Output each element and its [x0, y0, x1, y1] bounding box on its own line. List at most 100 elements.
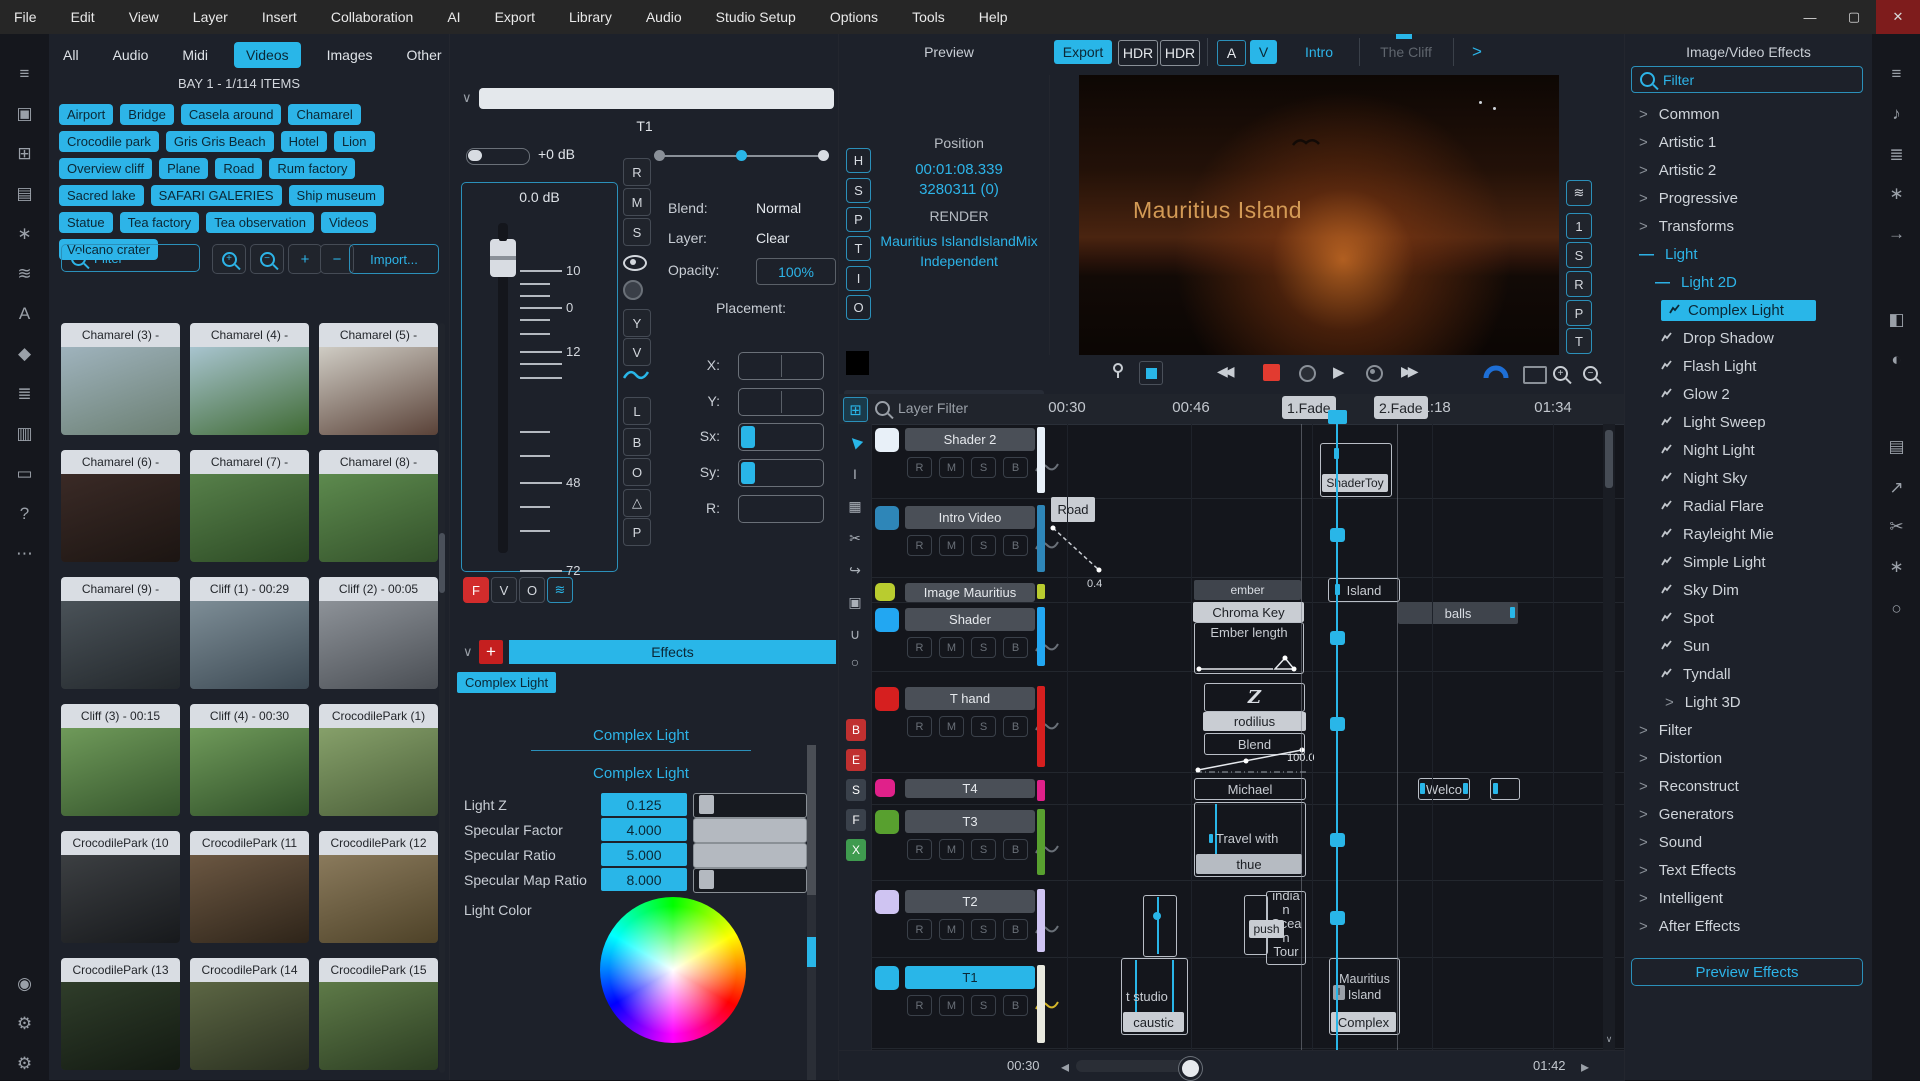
monitor-icon[interactable]: ▣: [0, 104, 49, 124]
keyframe-dot[interactable]: [1153, 912, 1161, 920]
io-button-h[interactable]: H: [846, 148, 871, 173]
settings-gear-icon[interactable]: ⚙: [0, 1014, 49, 1034]
media-item-crocodilepark-13[interactable]: CrocodilePark (13: [61, 958, 180, 1070]
add-button[interactable]: +: [288, 244, 322, 274]
tag-gris-gris-beach[interactable]: Gris Gris Beach: [166, 131, 274, 152]
media-item-crocodilepark-15[interactable]: CrocodilePark (15: [319, 958, 438, 1070]
tree-item-sky-dim[interactable]: Sky Dim: [1625, 576, 1872, 604]
effects-header-bar[interactable]: Effects: [509, 640, 836, 664]
side-wave-icon[interactable]: [623, 368, 649, 394]
screen-icon[interactable]: [1523, 366, 1547, 384]
record-frame-icon[interactable]: [1139, 361, 1163, 385]
media-item-cliff-1-00-29[interactable]: Cliff (1) - 00:29: [190, 577, 309, 689]
field-input-x[interactable]: [738, 352, 824, 380]
menu-collaboration[interactable]: Collaboration: [331, 9, 414, 25]
hdr-button-2[interactable]: HDR: [1160, 40, 1200, 66]
tree-item-tyndall[interactable]: Tyndall: [1625, 660, 1872, 688]
preview-side-button-t[interactable]: T: [1566, 328, 1592, 354]
hdr-button-1[interactable]: HDR: [1118, 40, 1158, 66]
fader-handle[interactable]: [490, 239, 516, 277]
tree-item-after-effects[interactable]: >After Effects: [1625, 912, 1872, 940]
fade-marker-2[interactable]: 2.Fade: [1374, 396, 1428, 419]
pan-dot-left[interactable]: [654, 150, 665, 161]
fast-forward-icon[interactable]: ▶▶: [1401, 363, 1415, 380]
param-value-specular-map-ratio[interactable]: 8.000: [601, 868, 687, 891]
clip-rodilius[interactable]: rodilius: [1203, 712, 1306, 731]
tree-item-light-2d[interactable]: —Light 2D: [1625, 268, 1872, 296]
clip-push-label[interactable]: push: [1249, 920, 1284, 938]
menu-icon[interactable]: ≡: [1872, 64, 1920, 84]
scroll-right-icon[interactable]: ▸: [1581, 1057, 1589, 1077]
clip-chroma-key[interactable]: Chroma Key: [1193, 602, 1304, 622]
tree-item-light[interactable]: —Light: [1625, 240, 1872, 268]
circle-icon[interactable]: ○: [1872, 599, 1920, 619]
menu-export[interactable]: Export: [495, 9, 535, 25]
playhead-handle[interactable]: [1328, 410, 1347, 424]
headset-icon[interactable]: ◧: [1872, 310, 1920, 330]
clip-shadertoy[interactable]: ShaderToy: [1320, 443, 1392, 497]
pan-dot-mid[interactable]: [736, 150, 747, 161]
loop-icon[interactable]: [1366, 365, 1383, 382]
strip-o[interactable]: O: [519, 577, 545, 603]
media-item-chamarel-4[interactable]: Chamarel (4) -: [190, 323, 309, 435]
tag-safari-galeries[interactable]: SAFARI GALERIES: [151, 185, 282, 206]
play-icon[interactable]: ▶: [1333, 363, 1345, 381]
tab-videos[interactable]: Videos: [234, 42, 301, 68]
blend-value[interactable]: Normal: [756, 200, 801, 216]
clip-mauritius-island[interactable]: Mauritius Island I Complex: [1329, 958, 1400, 1035]
music-note-icon[interactable]: ♪: [1872, 104, 1920, 124]
tree-item-glow-2[interactable]: Glow 2: [1625, 380, 1872, 408]
stop-icon[interactable]: [1263, 364, 1280, 381]
menu-insert[interactable]: Insert: [262, 9, 297, 25]
tab-all[interactable]: All: [55, 42, 87, 68]
menu-edit[interactable]: Edit: [71, 9, 95, 25]
tree-item-complex-light[interactable]: Complex Light: [1625, 296, 1872, 324]
sequence-tab-intro[interactable]: Intro: [1294, 40, 1344, 64]
users-icon[interactable]: ◉: [0, 974, 49, 994]
side-p-button[interactable]: P: [623, 518, 651, 546]
clip-travel[interactable]: Travel with thue: [1194, 802, 1306, 877]
effect-chip-complex-light[interactable]: Complex Light: [457, 672, 556, 693]
io-button-i[interactable]: I: [846, 266, 871, 291]
keyframe-marker[interactable]: [1510, 607, 1515, 618]
slider-handle[interactable]: [699, 870, 714, 889]
param-value-specular-ratio[interactable]: 5.000: [601, 843, 687, 866]
side-mute-button[interactable]: M: [623, 188, 651, 216]
import-button[interactable]: Import...: [349, 244, 439, 274]
export-tab[interactable]: Export: [1054, 40, 1112, 64]
tab-images[interactable]: Images: [319, 42, 381, 68]
effects-star-icon[interactable]: ∗: [0, 224, 49, 244]
preview-side-button-p[interactable]: P: [1566, 300, 1592, 326]
close-icon[interactable]: ✕: [1876, 0, 1920, 34]
tag-statue[interactable]: Statue: [59, 212, 113, 233]
zoom-out-filter-button[interactable]: −: [250, 244, 284, 274]
timeline-horizontal-scrollbar[interactable]: [1076, 1060, 1201, 1072]
field-input-y[interactable]: [738, 388, 824, 416]
media-item-crocodilepark-12[interactable]: CrocodilePark (12: [319, 831, 438, 943]
preview-side-button-s[interactable]: S: [1566, 242, 1592, 268]
menu-studio-setup[interactable]: Studio Setup: [716, 9, 796, 25]
side-solo-button[interactable]: S: [623, 218, 651, 246]
document-icon[interactable]: ▤: [0, 184, 49, 204]
tag-lion[interactable]: Lion: [334, 131, 375, 152]
media-item-chamarel-7[interactable]: Chamarel (7) -: [190, 450, 309, 562]
preview-effects-button[interactable]: Preview Effects: [1631, 958, 1863, 986]
chart-icon[interactable]: ▥: [0, 424, 49, 444]
menu-library[interactable]: Library: [569, 9, 612, 25]
zoom-in-icon[interactable]: +: [1553, 366, 1568, 386]
side-v-button[interactable]: V: [623, 338, 651, 366]
tree-item-common[interactable]: >Common: [1625, 100, 1872, 128]
tag-tea-observation[interactable]: Tea observation: [206, 212, 314, 233]
param-slider-specular-ratio[interactable]: [693, 843, 807, 868]
clip-z[interactable]: Z: [1204, 683, 1305, 712]
menu-file[interactable]: File: [14, 9, 37, 25]
tree-item-filter[interactable]: >Filter: [1625, 716, 1872, 744]
side-l-button[interactable]: L: [623, 397, 651, 425]
zoom-out-icon[interactable]: −: [1583, 366, 1598, 386]
tag-overview-cliff[interactable]: Overview cliff: [59, 158, 152, 179]
clip-island[interactable]: Island: [1328, 578, 1400, 602]
rewind-icon[interactable]: ◀◀: [1217, 363, 1231, 380]
strip-[interactable]: ≋: [547, 577, 573, 603]
video-viewport[interactable]: Mauritius Island: [1079, 75, 1559, 355]
clip-ember[interactable]: ember: [1194, 580, 1301, 600]
